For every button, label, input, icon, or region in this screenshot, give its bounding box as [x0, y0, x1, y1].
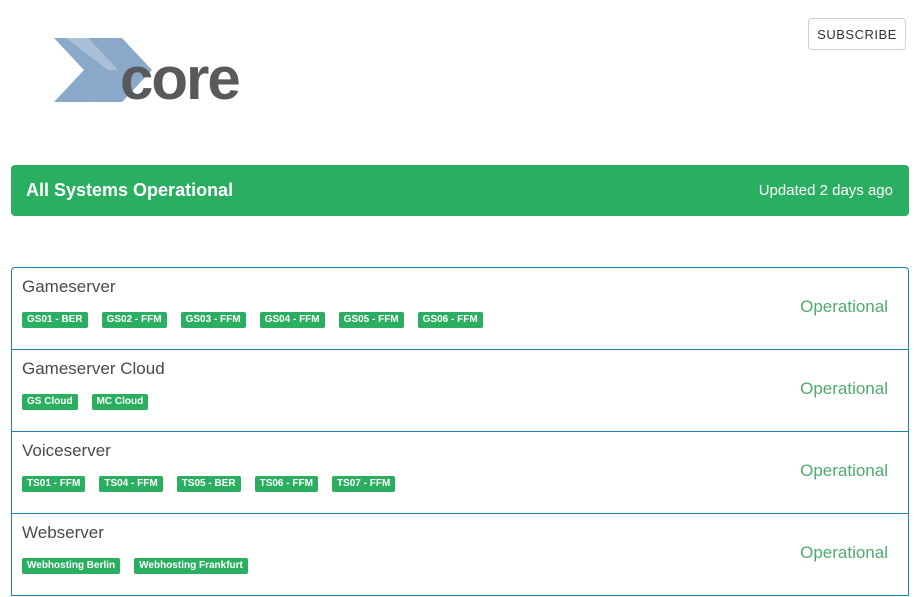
status-updated-time: Updated 2 days ago	[758, 182, 893, 199]
component-status: Operational	[800, 543, 888, 562]
component-tags: Webhosting Berlin Webhosting Frankfurt	[22, 558, 248, 574]
component-tag[interactable]: TS04 - FFM	[99, 476, 163, 492]
component-group: Gameserver GS01 - BER GS02 - FFM GS03 - …	[12, 268, 908, 350]
component-tag[interactable]: GS04 - FFM	[259, 312, 325, 328]
component-tag[interactable]: GS Cloud	[22, 394, 78, 410]
status-title: All Systems Operational	[26, 180, 234, 200]
component-tag[interactable]: MC Cloud	[91, 394, 149, 410]
component-group: Voiceserver TS01 - FFM TS04 - FFM TS05 -…	[12, 432, 908, 514]
xcore-logo[interactable]: core	[52, 36, 282, 106]
component-tag[interactable]: GS03 - FFM	[180, 312, 246, 328]
component-tag[interactable]: GS02 - FFM	[101, 312, 167, 328]
component-tags: TS01 - FFM TS04 - FFM TS05 - BER TS06 - …	[22, 476, 396, 492]
component-tag[interactable]: TS07 - FFM	[331, 476, 396, 492]
component-name: Gameserver Cloud	[22, 359, 165, 378]
component-tags: GS Cloud MC Cloud	[22, 394, 149, 410]
component-tag[interactable]: Webhosting Berlin	[22, 558, 121, 574]
component-tag[interactable]: Webhosting Frankfurt	[134, 558, 248, 574]
system-status-banner: All Systems Operational Updated 2 days a…	[11, 165, 909, 216]
component-tag[interactable]: TS06 - FFM	[254, 476, 318, 492]
component-name: Voiceserver	[22, 441, 111, 460]
subscribe-button[interactable]: SUBSCRIBE	[808, 18, 906, 50]
component-tag[interactable]: TS01 - FFM	[22, 476, 86, 492]
component-tag[interactable]: GS05 - FFM	[338, 312, 404, 328]
component-status: Operational	[800, 461, 888, 480]
component-tag[interactable]: GS06 - FFM	[417, 312, 483, 328]
component-tag[interactable]: GS01 - BER	[22, 312, 88, 328]
component-name: Gameserver	[22, 277, 116, 296]
component-name: Webserver	[22, 523, 104, 542]
component-tags: GS01 - BER GS02 - FFM GS03 - FFM GS04 - …	[22, 312, 483, 328]
component-status: Operational	[800, 297, 888, 316]
component-group: Gameserver Cloud GS Cloud MC Cloud Opera…	[12, 350, 908, 432]
xcore-logo-image: core	[54, 38, 241, 106]
component-status: Operational	[800, 379, 888, 398]
status-page: core SUBSCRIBE All Systems Operational U…	[0, 0, 920, 597]
svg-text:core: core	[120, 45, 239, 106]
component-group: Webserver Webhosting Berlin Webhosting F…	[12, 514, 908, 596]
component-list: Gameserver GS01 - BER GS02 - FFM GS03 - …	[11, 267, 909, 596]
component-tag[interactable]: TS05 - BER	[176, 476, 241, 492]
